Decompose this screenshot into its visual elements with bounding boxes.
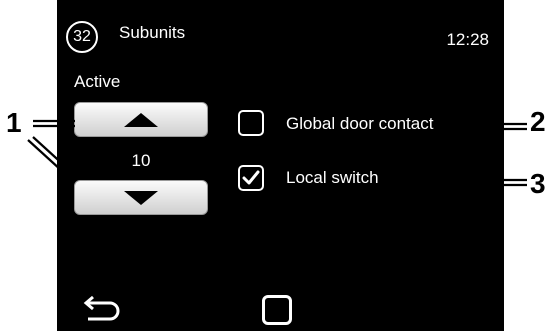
triangle-down-icon (124, 190, 158, 205)
callout-number-1: 1 (6, 107, 22, 138)
triangle-up-icon (124, 112, 158, 127)
local-switch-label: Local switch (286, 168, 379, 187)
badge-number: 32 (73, 28, 91, 45)
subunit-count-badge: 32 (66, 21, 98, 53)
home-square-icon[interactable] (262, 295, 292, 325)
callout-number-2: 2 (530, 106, 546, 137)
device-screen: 32 Subunits 12:28 Active 10 Global door … (57, 0, 504, 331)
status-time: 12:28 (446, 30, 489, 49)
increment-button[interactable] (74, 102, 208, 137)
local-switch-checkbox[interactable] (238, 165, 264, 191)
active-label: Active (74, 72, 121, 91)
decrement-button[interactable] (74, 180, 208, 215)
global-door-contact-checkbox[interactable] (238, 110, 264, 136)
back-arrow-icon[interactable] (82, 293, 120, 323)
checkmark-icon (242, 170, 260, 185)
counter-value: 10 (131, 151, 151, 170)
callout-number-3: 3 (530, 168, 546, 199)
global-door-contact-label: Global door contact (286, 114, 434, 133)
page-title: Subunits (119, 23, 186, 42)
